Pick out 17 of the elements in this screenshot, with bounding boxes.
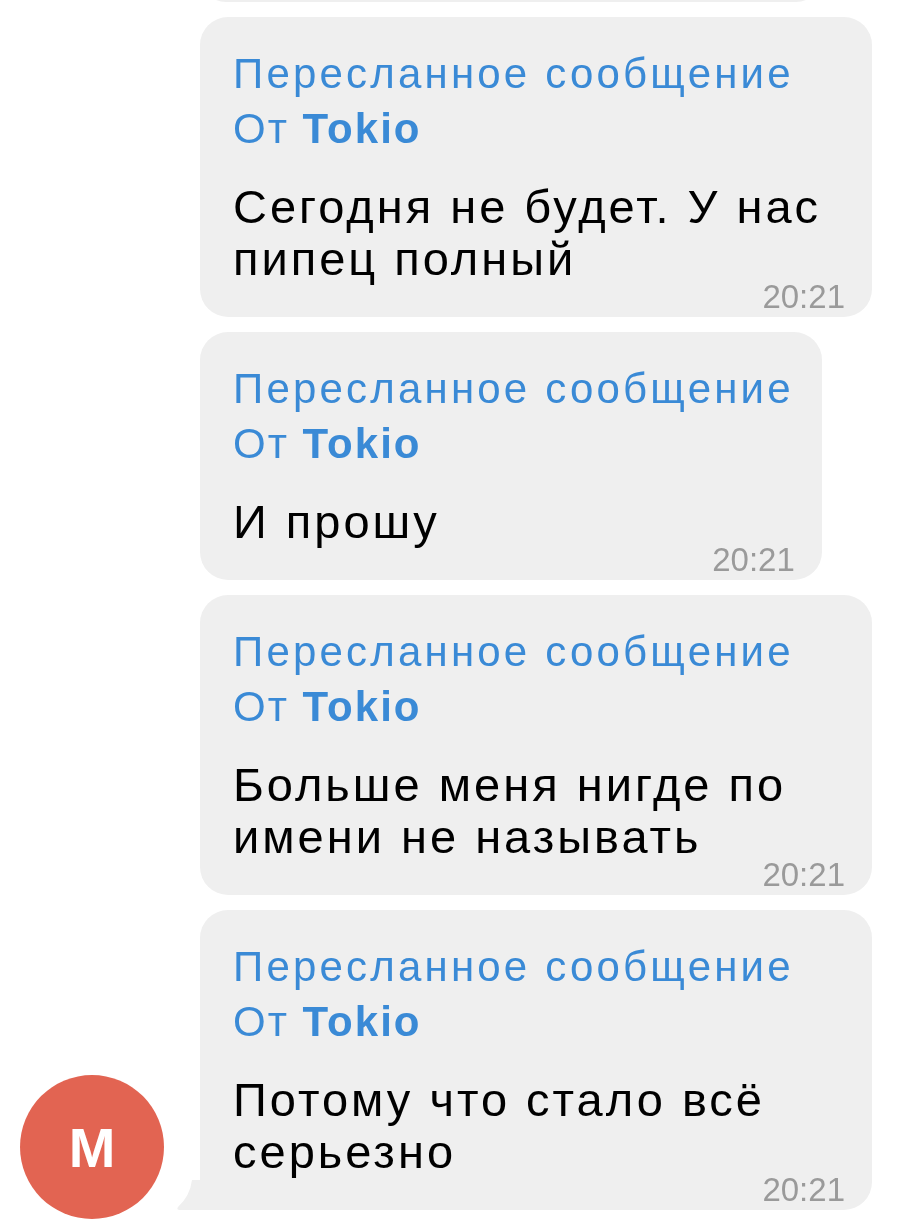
message-text: Потому что стало всё серьезно bbox=[233, 1073, 765, 1178]
message-time: 20:21 bbox=[762, 1179, 845, 1201]
forwarded-label: Пересланное сообщение bbox=[233, 942, 795, 992]
message-time: 20:21 bbox=[762, 286, 845, 308]
message-text: И прошу bbox=[233, 495, 440, 548]
avatar[interactable]: M bbox=[20, 1075, 164, 1219]
forwarded-label: Пересланное сообщение bbox=[233, 627, 795, 677]
sender-name: От Tokio bbox=[233, 104, 423, 154]
forwarded-label: Пересланное сообщение bbox=[233, 49, 795, 99]
sender-name: От Tokio bbox=[233, 682, 423, 732]
sender-name: От Tokio bbox=[233, 997, 423, 1047]
message-text: Сегодня не будет. У нас пипец полный bbox=[233, 180, 822, 285]
forwarded-label: Пересланное сообщение bbox=[233, 364, 794, 414]
message-text: Больше меня нигде по имени не называть bbox=[233, 758, 787, 863]
message-time: 20:21 bbox=[712, 549, 795, 571]
message-time: 20:21 bbox=[762, 864, 845, 886]
sender-name: От Tokio bbox=[233, 419, 423, 469]
